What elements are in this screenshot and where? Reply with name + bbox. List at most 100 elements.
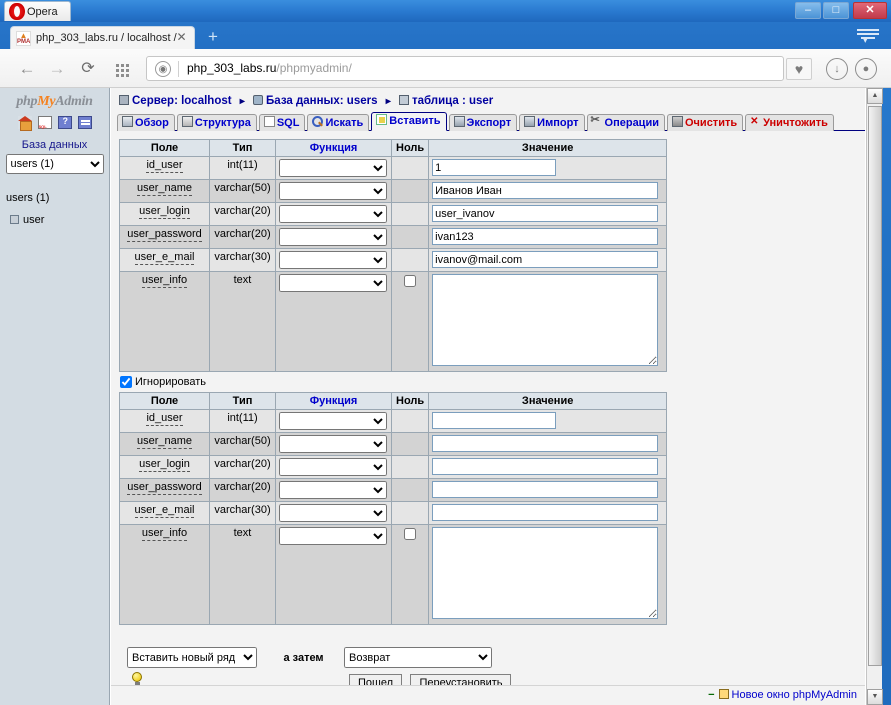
sql-query-icon[interactable] — [37, 116, 52, 129]
function-select[interactable] — [279, 205, 387, 223]
field-type-cell: varchar(20) — [209, 202, 276, 226]
bookmark-heart-icon[interactable]: ♥ — [786, 58, 812, 80]
tab-empty[interactable]: Очистить — [666, 114, 744, 131]
value-input[interactable] — [432, 504, 659, 521]
function-select[interactable] — [279, 228, 387, 246]
value-input[interactable] — [432, 228, 659, 245]
sidebar-table-item-user[interactable]: user — [10, 214, 109, 226]
function-select[interactable] — [279, 458, 387, 476]
close-window-button[interactable]: ✕ — [853, 2, 887, 19]
value-input[interactable] — [432, 458, 659, 475]
value-textarea[interactable] — [432, 274, 659, 366]
phpmyadmin-docs-icon[interactable] — [77, 116, 92, 129]
breadcrumb-database[interactable]: База данных: users — [266, 95, 377, 107]
current-database-name: users (1) — [6, 192, 50, 204]
value-input[interactable] — [432, 412, 557, 429]
opera-menu-icon[interactable] — [857, 27, 879, 46]
speed-dial-icon[interactable] — [110, 58, 134, 80]
back-button[interactable]: ← — [15, 58, 39, 80]
value-input[interactable] — [432, 481, 659, 498]
drop-table-icon — [750, 114, 761, 129]
value-input[interactable] — [432, 205, 659, 222]
function-select[interactable] — [279, 481, 387, 499]
tab-sql[interactable]: SQL — [258, 114, 306, 131]
tab-insert[interactable]: Вставить — [371, 112, 447, 131]
tab-search[interactable]: Искать — [307, 114, 370, 131]
minimize-button[interactable]: – — [795, 2, 821, 19]
field-name-cell: user_name — [119, 432, 210, 456]
maximize-button[interactable]: □ — [823, 2, 849, 19]
breadcrumb-server[interactable]: Сервер: localhost — [132, 95, 232, 107]
value-input[interactable] — [432, 182, 659, 199]
import-icon — [524, 116, 536, 127]
null-cell — [390, 179, 430, 203]
after-insert-select[interactable]: Возврат — [344, 647, 493, 668]
header-null: Ноль — [390, 392, 430, 410]
value-textarea[interactable] — [432, 527, 659, 619]
function-select[interactable] — [279, 182, 387, 200]
function-select[interactable] — [279, 274, 387, 292]
sql-icon — [263, 116, 275, 127]
function-select[interactable] — [279, 435, 387, 453]
documentation-icon[interactable] — [57, 116, 72, 129]
new-phpmyadmin-window-link[interactable]: Новое окно phpMyAdmin — [732, 689, 857, 701]
breadcrumb-table[interactable]: таблица : user — [412, 95, 493, 107]
function-select[interactable] — [279, 251, 387, 269]
collapse-icon[interactable]: − — [708, 689, 714, 701]
field-type-cell: varchar(30) — [209, 248, 276, 272]
downloads-icon[interactable]: ↓ — [826, 58, 848, 80]
null-cell — [390, 248, 430, 272]
field-type-cell: int(11) — [209, 156, 276, 180]
insert-action-select[interactable]: Вставить новый ряд — [127, 647, 257, 668]
and-then-label: а затем — [283, 651, 324, 664]
table-row: user_password varchar(20) — [119, 478, 668, 502]
header-function[interactable]: Функция — [275, 139, 392, 157]
null-cell — [390, 202, 430, 226]
null-checkbox[interactable] — [404, 528, 417, 540]
page-status-strip: − Новое окно phpMyAdmin — [111, 685, 865, 705]
function-select[interactable] — [279, 159, 387, 177]
tab-import[interactable]: Импорт — [519, 114, 585, 131]
value-input[interactable] — [432, 159, 557, 176]
tab-label: Уничтожить — [763, 117, 828, 129]
page-scrollbar[interactable]: ▲ ▼ — [866, 88, 883, 705]
table-header-row: Поле Тип Функция Ноль Значение — [119, 139, 668, 157]
header-function[interactable]: Функция — [275, 392, 392, 410]
function-select[interactable] — [279, 412, 387, 430]
table-icon — [398, 95, 409, 105]
null-checkbox[interactable] — [404, 275, 417, 287]
tab-export[interactable]: Экспорт — [448, 114, 518, 131]
ignore-checkbox[interactable] — [120, 376, 132, 388]
database-select[interactable]: users (1) — [5, 154, 104, 174]
scrollbar-thumb[interactable] — [868, 106, 882, 666]
value-input[interactable] — [432, 251, 659, 268]
null-cell — [390, 409, 430, 433]
function-select[interactable] — [279, 504, 387, 522]
tab-operations[interactable]: Операции — [586, 113, 665, 131]
profile-icon[interactable]: ● — [855, 58, 877, 80]
structure-icon — [181, 116, 193, 127]
phpmyadmin-logo[interactable]: phpMyAdmin — [0, 94, 109, 110]
opera-app-tab[interactable]: Opera — [4, 1, 71, 21]
reload-button[interactable]: ⟳ — [76, 58, 100, 80]
tab-browse[interactable]: Обзор — [117, 114, 175, 131]
tab-structure[interactable]: Структура — [176, 114, 257, 131]
table-row: user_info text — [119, 271, 668, 372]
site-info-icon[interactable]: ◉ — [155, 61, 171, 77]
home-icon[interactable] — [17, 116, 32, 131]
tab-drop[interactable]: Уничтожить — [745, 114, 834, 131]
function-cell — [275, 478, 392, 502]
function-select[interactable] — [279, 527, 387, 545]
browser-tab-phpmyadmin[interactable]: ▲ PMA php_303_labs.ru / localhost / ✕ — [10, 26, 195, 49]
scroll-up-arrow[interactable]: ▲ — [867, 88, 883, 104]
scroll-down-arrow[interactable]: ▼ — [867, 689, 883, 705]
tab-close-icon[interactable]: ✕ — [175, 31, 188, 44]
function-cell — [275, 501, 392, 525]
browser-chrome: ▲PMA php_303_labs.ru / localhost / ✕ + ←… — [0, 22, 891, 88]
address-bar[interactable]: ◉ php_303_labs.ru/phpmyadmin/ — [146, 56, 784, 81]
browser-toolbar: ← → ⟳ ◉ php_303_labs.ru/phpmyadmin/ ♥ ↓ … — [0, 49, 891, 88]
value-input[interactable] — [432, 435, 659, 452]
value-cell — [428, 432, 668, 456]
new-tab-button[interactable]: + — [203, 28, 223, 46]
forward-button[interactable]: → — [45, 58, 69, 80]
